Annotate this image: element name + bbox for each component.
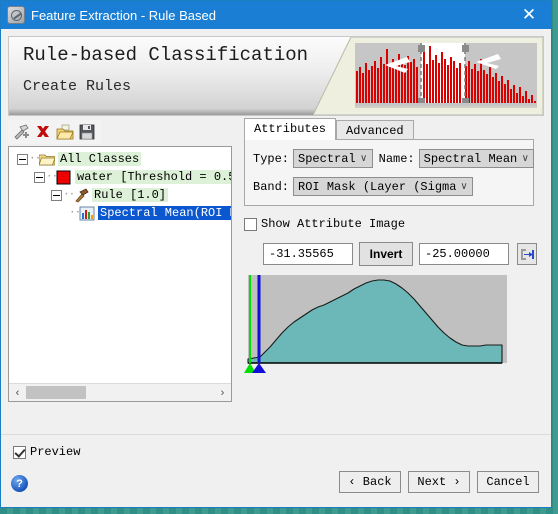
folder-icon xyxy=(39,152,55,167)
send-to-icon[interactable] xyxy=(517,243,537,265)
open-folder-icon[interactable] xyxy=(55,122,75,142)
show-attribute-image-checkbox[interactable] xyxy=(244,217,257,231)
dialog-footer: Preview ? ‹ Back Next › Cancel xyxy=(1,434,551,507)
histogram-plot[interactable] xyxy=(244,275,507,375)
dialog-window: Feature Extraction - Rule Based ✕ Rule-b… xyxy=(0,0,552,508)
tree-dots: ·· xyxy=(29,153,41,165)
cancel-button[interactable]: Cancel xyxy=(477,471,539,493)
floppy-disk-icon[interactable] xyxy=(77,122,97,142)
back-button[interactable]: ‹ Back xyxy=(339,471,401,493)
rules-tree-panel[interactable]: ·· All Classes ·· water [Threshold = 0. … xyxy=(8,146,232,402)
banner-histogram-graphic xyxy=(313,37,543,115)
type-value: Spectral xyxy=(298,151,356,166)
tree-horizontal-scrollbar[interactable]: ‹ › xyxy=(9,383,231,401)
title-bar: Feature Extraction - Rule Based ✕ xyxy=(1,1,551,29)
invert-button[interactable]: Invert xyxy=(359,242,413,266)
app-icon xyxy=(7,6,25,24)
tab-attributes[interactable]: Attributes xyxy=(244,118,337,140)
tree-node-label: Spectral Mean(ROI Mas xyxy=(98,206,231,220)
close-icon[interactable]: ✕ xyxy=(507,1,551,29)
max-marker-handle xyxy=(252,363,266,373)
name-label: Name: xyxy=(378,151,415,166)
banner-subtitle: Create Rules xyxy=(23,78,132,95)
preview-row[interactable]: Preview xyxy=(13,445,80,459)
banner: Rule-based Classification Create Rules xyxy=(8,36,544,116)
tree-node-rule[interactable]: ·· Rule [1.0] xyxy=(9,186,231,204)
name-dropdown[interactable]: Spectral Mean ∨ xyxy=(418,149,535,168)
tree-dots: ·· xyxy=(46,171,58,183)
tree-node-all-classes[interactable]: ·· All Classes xyxy=(9,150,231,168)
tree-dots: ·· xyxy=(63,189,75,201)
rules-tree[interactable]: ·· All Classes ·· water [Threshold = 0. … xyxy=(9,150,231,383)
band-dropdown[interactable]: ROI Mask (Layer (Sigma0_VH ∨ xyxy=(293,177,474,196)
red-square-icon xyxy=(56,170,72,185)
type-name-row: Type: Spectral ∨ Name: Spectral Mean ∨ xyxy=(253,149,535,168)
chart-icon xyxy=(79,206,95,221)
tab-advanced[interactable]: Advanced xyxy=(336,120,414,141)
tree-node-label: water [Threshold = 0.50] xyxy=(75,170,231,184)
chevron-down-icon: ∨ xyxy=(460,181,468,192)
preview-label: Preview xyxy=(30,445,81,459)
hammer-icon xyxy=(73,187,89,203)
band-row: Band: ROI Mask (Layer (Sigma0_VH ∨ xyxy=(253,177,533,196)
tree-node-water[interactable]: ·· water [Threshold = 0.50] xyxy=(9,168,231,186)
scrollbar-track[interactable] xyxy=(26,386,214,399)
attributes-panel: Type: Spectral ∨ Name: Spectral Mean ∨ B… xyxy=(244,139,535,206)
threshold-controls: -31.35565 Invert -25.00000 xyxy=(263,242,537,266)
chevron-down-icon: ∨ xyxy=(359,153,368,164)
tree-dots: ···· xyxy=(69,207,92,219)
red-x-icon[interactable] xyxy=(33,122,53,142)
window-title: Feature Extraction - Rule Based xyxy=(31,7,216,23)
preview-checkbox[interactable] xyxy=(13,445,26,459)
rules-toolbar xyxy=(8,120,101,144)
scroll-left-arrow-icon[interactable]: ‹ xyxy=(9,387,26,399)
type-dropdown[interactable]: Spectral ∨ xyxy=(293,149,373,168)
expander-icon[interactable] xyxy=(17,153,28,165)
banner-title: Rule-based Classification xyxy=(23,44,309,66)
band-value: ROI Mask (Layer (Sigma0_VH xyxy=(298,179,457,194)
type-label: Type: xyxy=(253,151,290,166)
tree-node-spectral-mean[interactable]: ···· Spectral Mean(ROI Mas xyxy=(9,204,231,222)
scrollbar-thumb[interactable] xyxy=(26,386,86,399)
min-threshold-input[interactable]: -31.35565 xyxy=(263,243,353,265)
help-icon[interactable]: ? xyxy=(11,475,28,492)
tab-strip: Attributes Advanced xyxy=(244,118,414,141)
expander-icon[interactable] xyxy=(34,171,45,183)
scroll-right-arrow-icon[interactable]: › xyxy=(214,387,231,399)
hammer-plus-icon[interactable] xyxy=(11,122,31,142)
max-threshold-input[interactable]: -25.00000 xyxy=(419,243,509,265)
band-label: Band: xyxy=(253,179,290,194)
expander-icon[interactable] xyxy=(51,189,62,201)
wizard-buttons: ‹ Back Next › Cancel xyxy=(339,471,539,493)
show-attribute-image-label: Show Attribute Image xyxy=(261,217,406,231)
chevron-down-icon: ∨ xyxy=(521,153,529,164)
show-attribute-image-row[interactable]: Show Attribute Image xyxy=(244,217,405,231)
name-value: Spectral Mean xyxy=(423,151,518,166)
tree-node-label: All Classes xyxy=(58,152,142,166)
next-button[interactable]: Next › xyxy=(408,471,470,493)
tree-node-label: Rule [1.0] xyxy=(92,188,169,202)
dialog-body: ·· All Classes ·· water [Threshold = 0. … xyxy=(1,116,551,434)
